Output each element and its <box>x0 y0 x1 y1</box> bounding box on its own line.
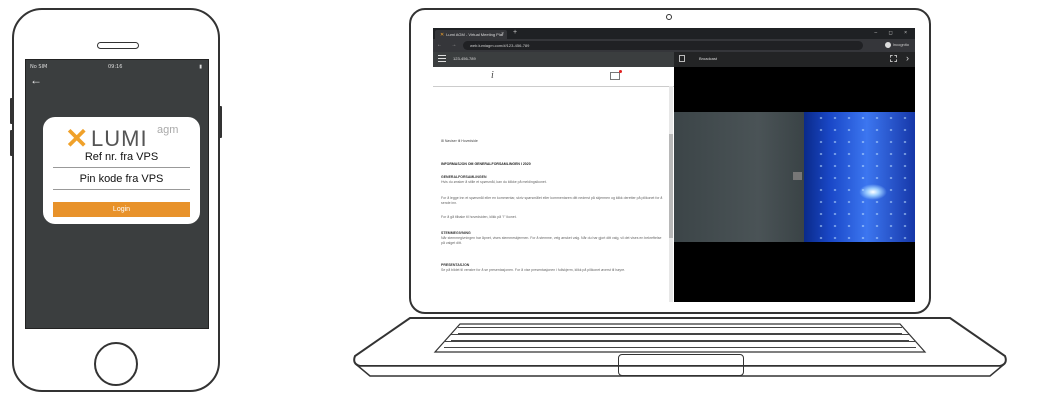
doc-paragraph: Når stemmegivningen har åpnet, vises ste… <box>441 236 662 245</box>
phone-volume-button <box>10 130 13 156</box>
battery-icon: ▮ <box>199 64 202 70</box>
notification-badge <box>619 70 622 73</box>
phone-speaker <box>97 42 139 49</box>
phone-screen: No SIM 09:16 ▮ ← ✕ LUMI agm Ref nr. fra … <box>25 59 209 329</box>
address-bar: ← → C web.lumiagm.com/#/123-456-789 Inco… <box>433 39 915 52</box>
phone-volume-button <box>10 98 13 124</box>
laptop-screen: ✕ Lumi AGM - Virtual Meeting Plat × + – ◻… <box>433 28 915 302</box>
lumi-favicon-icon: ✕ <box>440 32 445 38</box>
browser-tab[interactable]: ✕ Lumi AGM - Virtual Meeting Plat × <box>435 30 507 39</box>
scrollbar-thumb[interactable] <box>669 134 673 238</box>
broadcast-panel: Broadcast › <box>674 52 915 302</box>
panel-header: 123-456-789 <box>433 52 674 67</box>
video-glow <box>859 184 887 200</box>
doc-paragraph: For å gå tilbake til hovedsiden, klikk p… <box>441 215 517 219</box>
home-link-label: Naviser til Hovedside <box>444 139 478 143</box>
keyboard-row <box>458 327 902 334</box>
doc-heading: INFORMASJON OM GENERALFORSAMLINGEN I 202… <box>441 162 531 166</box>
keyboard-row <box>451 334 909 341</box>
browser-tab-bar: ✕ Lumi AGM - Virtual Meeting Plat × + – ◻… <box>433 28 915 39</box>
window-controls[interactable]: – ◻ × <box>874 30 912 36</box>
messages-tab-icon[interactable] <box>610 70 622 80</box>
status-bar: No SIM 09:16 ▮ <box>26 60 208 73</box>
phone-device: No SIM 09:16 ▮ ← ✕ LUMI agm Ref nr. fra … <box>10 8 222 392</box>
pin-field[interactable]: Pin kode fra VPS <box>43 173 200 185</box>
info-tab-icon[interactable]: i <box>491 70 494 81</box>
panel-tabs: i <box>433 67 674 87</box>
lumi-x-icon: ✕ <box>65 123 89 154</box>
profile-button[interactable]: Incognito <box>884 42 909 48</box>
meeting-id: 123-456-789 <box>453 56 476 61</box>
doc-paragraph: Se på bildet til venstre for å se presen… <box>441 268 626 272</box>
keyboard-row <box>444 341 916 348</box>
hamburger-menu-icon[interactable] <box>438 55 446 63</box>
info-panel: 123-456-789 i ⊞ Naviser til Hovedside IN… <box>433 52 674 302</box>
ref-field-underline <box>53 167 190 168</box>
broadcast-video[interactable] <box>674 112 915 242</box>
profile-label: Incognito <box>892 42 909 48</box>
login-button[interactable]: Login <box>53 202 190 217</box>
new-tab-icon[interactable]: + <box>513 29 517 36</box>
trackpad[interactable] <box>618 354 744 376</box>
laptop-base <box>350 316 1010 378</box>
lumi-logo: ✕ LUMI agm <box>65 123 195 154</box>
login-card: ✕ LUMI agm Ref nr. fra VPS Pin kode fra … <box>43 117 200 224</box>
video-control-icon[interactable] <box>793 172 802 180</box>
ref-field[interactable]: Ref nr. fra VPS <box>43 151 200 163</box>
webcam-icon <box>666 14 672 20</box>
chevron-right-icon[interactable]: › <box>906 53 909 63</box>
tab-title: Lumi AGM - Virtual Meeting Plat <box>446 32 504 37</box>
broadcast-title: Broadcast <box>699 56 718 61</box>
phone-home-button <box>94 342 138 386</box>
broadcast-icon <box>679 55 685 62</box>
url-input[interactable]: web.lumiagm.com/#/123-456-789 <box>463 41 863 50</box>
phone-power-button <box>219 106 222 138</box>
home-link[interactable]: ⊞ Naviser til Hovedside <box>441 139 666 144</box>
clock-label: 09:16 <box>108 64 123 70</box>
back-arrow-icon[interactable]: ← <box>30 74 42 86</box>
incognito-icon <box>884 42 891 48</box>
doc-paragraph: Hvis du ønsker å stille et spørsmål, kan… <box>441 180 547 184</box>
network-graphic <box>814 112 915 242</box>
logo-suffix: agm <box>157 124 179 136</box>
pin-field-underline <box>53 189 190 190</box>
broadcast-header: Broadcast › <box>674 52 915 67</box>
scrollbar[interactable] <box>669 86 673 302</box>
logo-word: LUMI <box>91 126 148 151</box>
carrier-label: No SIM <box>30 64 48 70</box>
tab-close-icon[interactable]: × <box>501 30 504 39</box>
doc-paragraph: For å legge inn et spørsmål eller en kom… <box>441 196 663 205</box>
fullscreen-icon[interactable] <box>890 55 897 62</box>
